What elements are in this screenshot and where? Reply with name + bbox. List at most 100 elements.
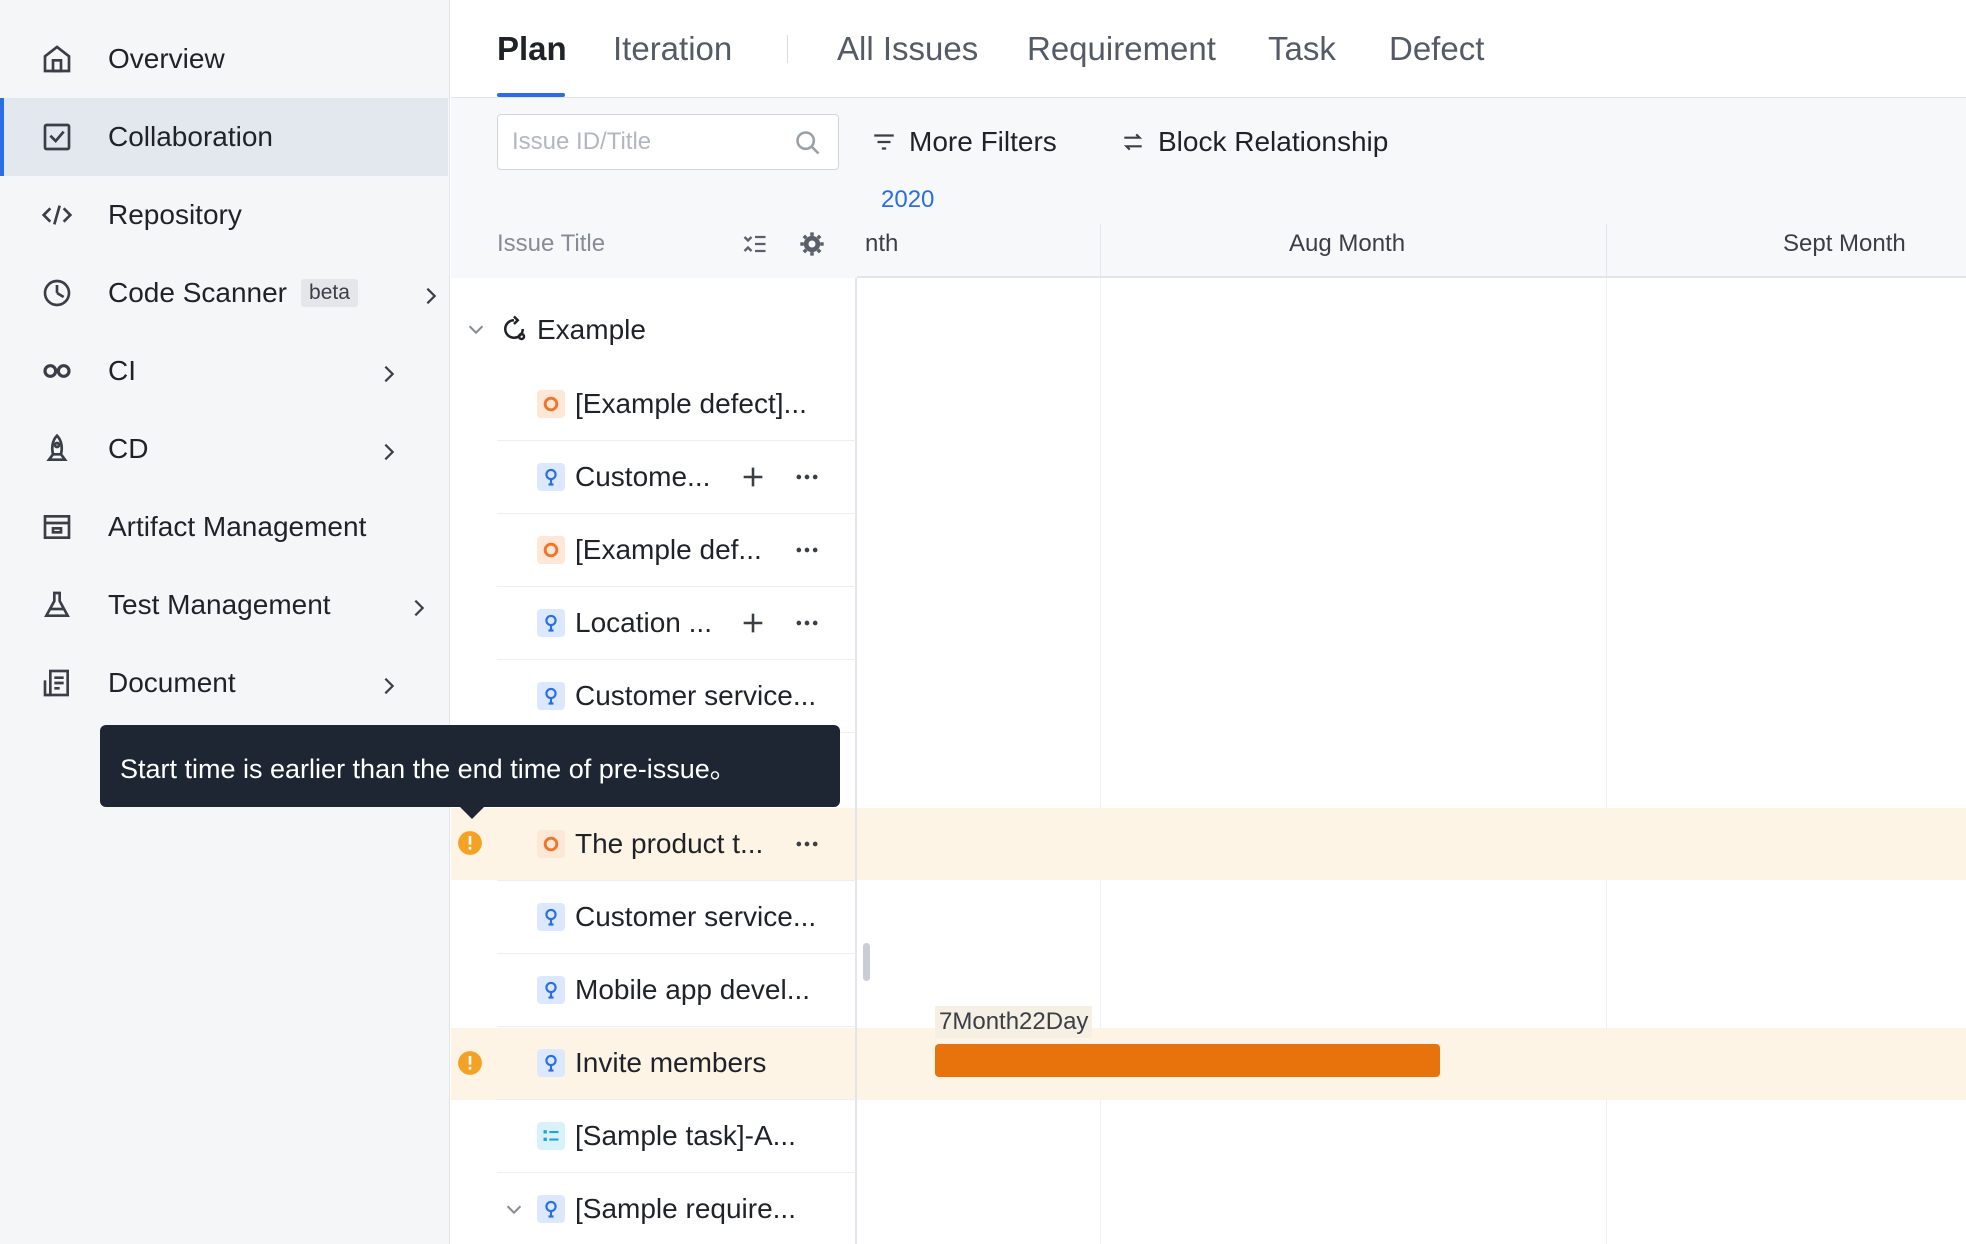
issue-title: The product t... [575,828,764,859]
tab-plan[interactable]: Plan [497,30,567,68]
month-divider [1100,224,1101,278]
issue-title: Customer service... [575,901,817,932]
nav-item-cd[interactable]: CD [0,410,448,488]
timeline-header: 2020 nth Aug Month Sept Month [857,184,1966,278]
table-row[interactable]: [Sample task]-A... [497,1100,857,1173]
nav-item-ci[interactable]: CI [0,332,448,410]
nav-item-label: CI [108,355,136,386]
issue-title: Customer service... [575,680,817,711]
table-row[interactable]: Customer service... [497,881,857,954]
sidebar: Overview Collaboration Repository Code S… [0,0,450,1244]
table-row[interactable]: [Sample require... [497,1173,857,1244]
more-icon[interactable] [793,463,821,491]
chevron-right-icon[interactable] [378,360,400,383]
month-label-jul: nth [865,230,899,257]
issue-title-header: Issue Title [497,230,606,257]
chevron-down-icon[interactable] [503,1198,525,1220]
table-row[interactable]: Custome... [497,441,857,514]
table-row[interactable]: The product t... [497,808,857,881]
filter-icon [874,134,894,150]
issue-title: Custome... [575,461,711,492]
add-icon[interactable] [739,609,767,637]
nav-item-test-management[interactable]: Test Management [0,566,448,644]
table-row[interactable]: [Example def... [497,514,857,587]
nav-item-label: Repository [108,199,242,230]
issue-title: Location ... [575,607,712,638]
tab-iteration[interactable]: Iteration [613,30,732,68]
infinity-icon [40,354,74,388]
defect-icon [537,390,565,418]
chevron-right-icon[interactable] [408,594,430,617]
requirement-icon [537,682,565,710]
table-row[interactable]: Location ... [497,587,857,660]
nav-item-label: Artifact Management [108,511,367,542]
nav-item-label: Code Scanner [108,277,288,308]
home-icon [40,42,74,76]
nav-item-artifact-management[interactable]: Artifact Management [0,488,448,566]
tab-requirement[interactable]: Requirement [1027,30,1216,68]
issue-title: Invite members [575,1047,767,1078]
tab-task[interactable]: Task [1268,30,1336,68]
tab-divider [787,35,788,63]
nav-item-label: Overview [108,43,225,74]
issue-column-header: Issue Title [451,184,857,278]
requirement-icon [537,1195,565,1223]
more-icon[interactable] [793,536,821,564]
group-title: Example [537,314,646,345]
warning-icon[interactable] [457,1050,483,1076]
more-filters-button[interactable]: More Filters [871,124,1057,160]
issue-title: [Example defect]... [575,388,807,419]
task-icon [537,1122,565,1150]
gear-icon[interactable] [798,230,826,258]
search-input[interactable] [512,127,782,157]
table-row[interactable]: Customer service... [497,660,857,733]
more-filters-label: More Filters [909,126,1057,157]
chevron-right-icon[interactable] [378,438,400,461]
iteration-icon [499,314,529,344]
scrollbar-handle[interactable] [863,943,870,981]
box-icon [40,510,74,544]
top-tab-bar: Plan Iteration All Issues Requirement Ta… [451,0,1966,98]
more-icon[interactable] [793,830,821,858]
issue-group-example[interactable]: Example [451,294,857,367]
duration-label: 7Month22Day [935,1006,1093,1038]
defect-icon [537,830,565,858]
nav-item-overview[interactable]: Overview [0,20,448,98]
requirement-icon [537,1049,565,1077]
search-icon[interactable] [794,129,822,157]
document-icon [40,666,74,700]
code-brackets-icon [40,198,74,232]
chevron-right-icon[interactable] [420,282,442,305]
issue-title: [Sample require... [575,1193,796,1224]
block-relationship-label: Block Relationship [1158,126,1389,157]
block-relationship-button[interactable]: Block Relationship [1120,124,1388,160]
toolbar: More Filters Block Relationship [451,98,1966,184]
warning-icon[interactable] [457,830,483,856]
active-tab-indicator [497,93,565,97]
defect-icon [537,536,565,564]
beta-badge: beta [301,279,358,307]
table-row[interactable]: Mobile app devel... [497,954,857,1027]
nav-item-code-scanner[interactable]: Code Scanner beta [0,254,448,332]
add-icon[interactable] [739,463,767,491]
more-icon[interactable] [793,609,821,637]
nav-item-document[interactable]: Document [0,644,448,722]
requirement-icon [537,976,565,1004]
checkbox-board-icon [40,120,74,154]
nav-item-repository[interactable]: Repository [0,176,448,254]
table-row[interactable]: [Example defect]... [497,368,857,441]
tab-defect[interactable]: Defect [1389,30,1484,68]
month-label-aug: Aug Month [1289,230,1406,257]
nav-item-label: Test Management [108,589,331,620]
tab-all-issues[interactable]: All Issues [837,30,978,68]
chevron-down-icon[interactable] [465,318,487,340]
rocket-icon [40,432,74,466]
chevron-right-icon[interactable] [378,672,400,695]
list-settings-icon[interactable] [741,230,769,258]
flask-icon [40,588,74,622]
link-arrows-icon [1123,133,1143,151]
table-row[interactable]: Invite members [497,1027,857,1100]
gantt-bar[interactable] [935,1044,1440,1077]
nav-item-collaboration[interactable]: Collaboration [0,98,448,176]
requirement-icon [537,609,565,637]
